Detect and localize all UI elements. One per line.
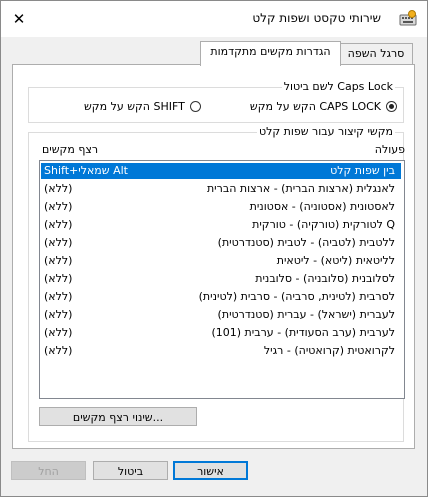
tab-label: הגדרות מקשים מתקדמות bbox=[210, 45, 331, 58]
list-item[interactable]: לערבית (ערב הסעודית) - ערבית (101) (ללא) bbox=[41, 325, 401, 341]
row-action: לערבית (ערב הסעודית) - ערבית (101) bbox=[211, 326, 395, 339]
row-keys: (ללא) bbox=[44, 344, 73, 357]
radio-selected-icon bbox=[386, 101, 397, 112]
list-item[interactable]: לאנגלית (ארצות הברית) - ארצות הברית (ללא… bbox=[41, 181, 401, 197]
list-item[interactable]: לאסטונית (אסטוניה) - אסטונית (ללא) bbox=[41, 199, 401, 215]
caps-lock-legend: לשם ביטול Caps Lock bbox=[281, 80, 395, 93]
row-keys: (ללא) bbox=[44, 236, 73, 249]
row-action: לעברית (ישראל) - עברית (סטנדרטית) bbox=[217, 308, 395, 321]
list-item[interactable]: לליטאית (ליטא) - ליטאית (ללא) bbox=[41, 253, 401, 269]
ok-button[interactable]: אישור bbox=[173, 461, 248, 480]
hotkeys-legend: מקשי קיצור עבור שפות קלט bbox=[256, 125, 395, 138]
list-item[interactable]: לטורקית (טורקיה) - טורקית Q (ללא) bbox=[41, 217, 401, 233]
list-item[interactable]: לקרואטית (קרואטיה) - רגיל (ללא) bbox=[41, 343, 401, 359]
row-action: לאסטונית (אסטוניה) - אסטונית bbox=[249, 200, 395, 213]
radio-label: הקש על מקש SHIFT bbox=[84, 100, 185, 113]
row-action: לאנגלית (ארצות הברית) - ארצות הברית bbox=[206, 182, 395, 195]
list-item[interactable]: בין שפות קלט Shift+שמאלי Alt bbox=[41, 163, 401, 179]
list-item[interactable]: ללטבית (לטביה) - לטבית (סטנדרטית) (ללא) bbox=[41, 235, 401, 251]
tab-label: סרגל השפה bbox=[347, 47, 405, 60]
row-keys: (ללא) bbox=[44, 308, 73, 321]
row-action: ללטבית (לטביה) - לטבית (סטנדרטית) bbox=[217, 236, 395, 249]
row-action: בין שפות קלט bbox=[330, 164, 395, 177]
close-icon: ✕ bbox=[12, 10, 26, 28]
row-action: לסלובנית (סלובניה) - סלובנית bbox=[255, 272, 395, 285]
radio-caps-lock[interactable]: הקש על מקש CAPS LOCK bbox=[250, 100, 397, 113]
column-header-key-sequence: רצף מקשים bbox=[42, 143, 99, 156]
apply-button[interactable]: החל bbox=[11, 461, 86, 480]
hotkeys-list[interactable]: בין שפות קלט Shift+שמאלי Alt לאנגלית (אר… bbox=[39, 160, 405, 399]
cancel-button[interactable]: ביטול bbox=[93, 461, 168, 480]
radio-label: הקש על מקש CAPS LOCK bbox=[249, 100, 381, 113]
row-keys: (ללא) bbox=[44, 218, 73, 231]
caps-lock-group: לשם ביטול Caps Lock הקש על מקש CAPS LOCK… bbox=[28, 80, 404, 123]
list-item[interactable]: לעברית (ישראל) - עברית (סטנדרטית) (ללא) bbox=[41, 307, 401, 323]
row-keys: (ללא) bbox=[44, 254, 73, 267]
row-keys: (ללא) bbox=[44, 272, 73, 285]
list-item[interactable]: לסרבית (לטינית, סרביה) - סרבית (לטינית) … bbox=[41, 289, 401, 305]
title-bar: ✕ שירותי טקסט ושפות קלט bbox=[1, 1, 427, 37]
row-keys: Shift+שמאלי Alt bbox=[44, 164, 128, 177]
row-keys: (ללא) bbox=[44, 326, 73, 339]
dialog-window: ✕ שירותי טקסט ושפות קלט סרגל השפה הגדרות… bbox=[0, 0, 428, 497]
row-action: לקרואטית (קרואטיה) - רגיל bbox=[263, 344, 395, 357]
row-action: לסרבית (לטינית, סרביה) - סרבית (לטינית) bbox=[198, 290, 395, 303]
change-key-sequence-button[interactable]: שינוי רצף מקשים... bbox=[39, 407, 197, 426]
row-keys: (ללא) bbox=[44, 182, 73, 195]
radio-shift[interactable]: הקש על מקש SHIFT bbox=[84, 100, 201, 113]
row-action: לליטאית (ליטא) - ליטאית bbox=[276, 254, 395, 267]
window-title: שירותי טקסט ושפות קלט bbox=[252, 11, 381, 25]
tab-language-bar[interactable]: סרגל השפה bbox=[339, 43, 413, 65]
column-header-action: פעולה bbox=[374, 143, 405, 156]
list-item[interactable]: לסלובנית (סלובניה) - סלובנית (ללא) bbox=[41, 271, 401, 287]
row-keys: (ללא) bbox=[44, 290, 73, 303]
row-action: לטורקית (טורקיה) - טורקית Q bbox=[252, 218, 395, 231]
radio-unselected-icon bbox=[189, 101, 201, 112]
row-keys: (ללא) bbox=[44, 200, 73, 213]
tab-advanced-key-settings[interactable]: הגדרות מקשים מתקדמות bbox=[200, 41, 341, 66]
close-button[interactable]: ✕ bbox=[7, 7, 31, 31]
keyboard-icon bbox=[399, 10, 417, 26]
